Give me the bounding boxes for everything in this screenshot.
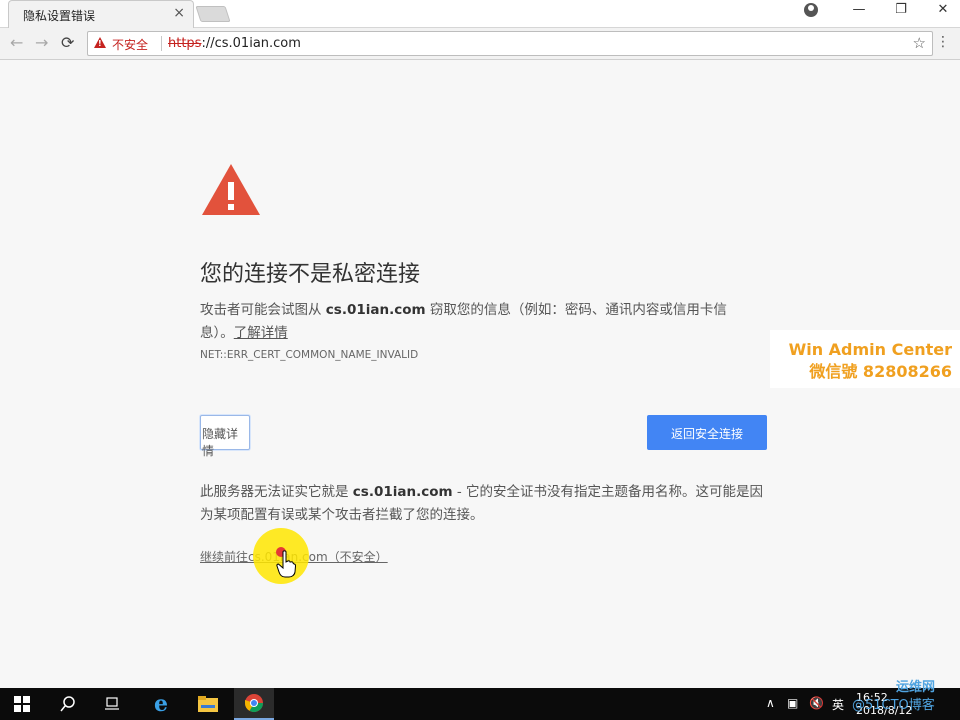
back-arrow-icon[interactable]: ←: [10, 33, 23, 52]
tab-close-icon[interactable]: ×: [173, 5, 185, 21]
desc-prefix: 攻击者可能会试图从: [200, 302, 322, 318]
ime-indicator[interactable]: 英: [832, 696, 844, 713]
learn-more-link[interactable]: 了解详情: [234, 325, 288, 341]
tab-title: 隐私设置错误: [23, 9, 96, 23]
tab-active[interactable]: 隐私设置错误 ×: [8, 0, 194, 28]
url-host: ://cs.01ian.com: [201, 36, 301, 51]
watermark-line-2: 微信號 82808266: [809, 362, 952, 381]
internet-explorer-icon[interactable]: e: [141, 688, 181, 720]
close-window-icon[interactable]: ✕: [932, 2, 954, 17]
details-prefix: 此服务器无法证实它就是: [200, 484, 349, 500]
details-domain: cs.01ian.com: [352, 484, 453, 500]
reload-icon[interactable]: ⟳: [61, 33, 74, 52]
details-text: 此服务器无法证实它就是 cs.01ian.com - 它的安全证书没有指定主题备…: [200, 481, 766, 527]
omnibox-divider: [161, 36, 162, 51]
forward-arrow-icon[interactable]: →: [35, 33, 48, 52]
restore-icon[interactable]: ❐: [890, 2, 912, 17]
minimize-icon[interactable]: —: [848, 2, 870, 17]
warning-triangle-icon[interactable]: [94, 37, 106, 48]
url-text[interactable]: https://cs.01ian.com: [168, 36, 301, 51]
file-explorer-icon[interactable]: [188, 688, 228, 720]
page-title: 您的连接不是私密连接: [200, 262, 421, 287]
security-label[interactable]: 不安全: [112, 36, 148, 53]
chrome-icon[interactable]: [234, 688, 274, 720]
menu-icon[interactable]: ⋮: [936, 34, 950, 50]
warning-triangle-large-icon: [202, 164, 260, 215]
browser-toolbar: ← → ⟳ 不安全 https://cs.01ian.com ☆ ⋮: [0, 28, 960, 60]
taskbar: e ∧ ▣ 🔇 英 16:52 2018/8/12: [0, 688, 960, 720]
volume-muted-icon[interactable]: 🔇: [809, 696, 824, 710]
search-icon[interactable]: [48, 688, 88, 720]
corner-watermark-2: @51CTO博客: [852, 698, 935, 713]
hide-details-button[interactable]: 隐藏详情: [200, 415, 250, 458]
desc-domain: cs.01ian.com: [325, 302, 426, 318]
watermark: Win Admin Center 微信號 82808266: [770, 330, 960, 388]
url-scheme: https: [168, 36, 202, 51]
hand-cursor-icon: [276, 550, 296, 578]
tab-strip: 隐私设置错误 × — ❐ ✕: [0, 0, 960, 28]
task-view-icon[interactable]: [92, 688, 132, 720]
tray-chevron-icon[interactable]: ∧: [766, 696, 775, 710]
error-code: NET::ERR_CERT_COMMON_NAME_INVALID: [200, 349, 419, 361]
account-icon[interactable]: [804, 3, 818, 17]
back-to-safety-button[interactable]: 返回安全连接: [647, 415, 767, 450]
new-tab-button[interactable]: [195, 6, 231, 22]
watermark-line-1: Win Admin Center: [788, 340, 952, 359]
corner-watermark-1: 运维网: [896, 680, 936, 695]
start-icon[interactable]: [2, 688, 42, 720]
network-icon[interactable]: ▣: [787, 696, 798, 710]
address-bar[interactable]: 不安全 https://cs.01ian.com ☆: [87, 31, 933, 56]
attack-description: 攻击者可能会试图从 cs.01ian.com 窃取您的信息（例如：密码、通讯内容…: [200, 299, 760, 345]
bookmark-star-icon[interactable]: ☆: [913, 34, 926, 52]
